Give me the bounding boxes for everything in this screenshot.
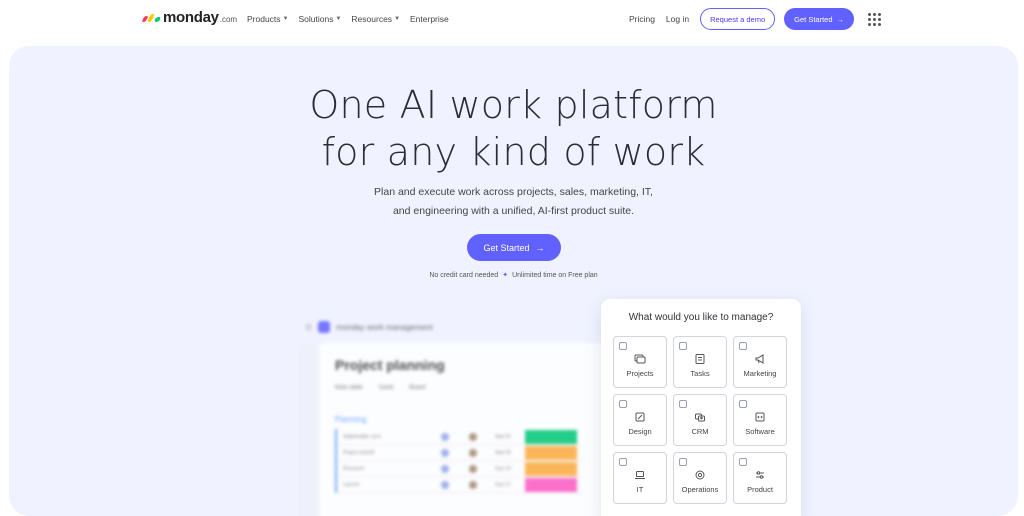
logo-mark-icon	[141, 13, 162, 22]
manage-title: What would you like to manage?	[628, 312, 774, 323]
hero-title: One AI work platform for any kind of wor…	[9, 82, 1018, 176]
logo-wordmark: monday	[163, 9, 219, 26]
hero-title-line-2: for any kind of work	[321, 130, 706, 174]
chevron-down-icon: ▼	[394, 16, 401, 22]
chevron-down-icon: ▼	[335, 16, 342, 22]
code-icon	[755, 412, 765, 421]
option-label: Product	[747, 484, 773, 494]
option-product[interactable]: Product	[733, 452, 787, 504]
menu-icon: ☰	[305, 322, 313, 332]
arrow-right-icon: →	[836, 14, 845, 24]
request-demo-button[interactable]: Request a demo	[700, 8, 776, 30]
product-preview: ☰ monday work management Project plannin…	[299, 316, 629, 516]
table-row: Research Sep 10	[337, 461, 583, 477]
board-tabs: Main table Gantt Board	[335, 385, 425, 391]
board-title: Project planning	[335, 357, 445, 373]
monday-logo[interactable]: monday .com	[141, 9, 238, 26]
menu-products[interactable]: Products ▼	[247, 14, 289, 24]
option-checkbox[interactable]	[679, 400, 687, 408]
nav-get-started-label: Get Started	[794, 14, 833, 24]
hero-subtitle-line-2: and engineering with a unified, AI-first…	[392, 205, 635, 217]
laptop-icon	[635, 470, 645, 479]
option-tasks[interactable]: Tasks	[673, 336, 727, 388]
option-projects[interactable]: Projects	[613, 336, 667, 388]
option-checkbox[interactable]	[619, 400, 627, 408]
logo-suffix: .com	[219, 15, 238, 24]
menu-solutions-label: Solutions	[298, 14, 334, 24]
option-label: Tasks	[690, 368, 710, 378]
chevron-down-icon: ▼	[282, 16, 289, 22]
board-tab-main: Main table	[335, 385, 363, 391]
grid-dots-icon[interactable]	[868, 12, 881, 26]
pricing-link[interactable]: Pricing	[629, 14, 655, 24]
table-row: Launch Sep 17	[337, 477, 583, 493]
option-marketing[interactable]: Marketing	[733, 336, 787, 388]
board-tab-gantt: Gantt	[378, 385, 394, 391]
option-it[interactable]: IT	[613, 452, 667, 504]
option-checkbox[interactable]	[619, 342, 627, 350]
option-checkbox[interactable]	[739, 342, 747, 350]
menu-solutions[interactable]: Solutions ▼	[299, 14, 342, 24]
option-checkbox[interactable]	[739, 400, 747, 408]
table-row: Stakeholder sync Sep 02	[337, 429, 583, 445]
table-row: Project kickoff Sep 05	[337, 445, 583, 461]
option-design[interactable]: Design	[613, 394, 667, 446]
menu-resources-label: Resources	[351, 14, 393, 24]
menu-products-label: Products	[247, 14, 281, 24]
preview-header: ☰ monday work management	[305, 321, 433, 333]
hero-get-started-button[interactable]: Get Started →	[467, 234, 561, 261]
option-checkbox[interactable]	[619, 458, 627, 466]
main-menu: Products ▼ Solutions ▼ Resources ▼ Enterpri…	[247, 14, 449, 24]
option-label: Projects	[626, 368, 654, 378]
sliders-icon	[756, 470, 764, 479]
login-link[interactable]: Log in	[666, 14, 689, 24]
option-checkbox[interactable]	[679, 342, 687, 350]
free-plan-note: Unlimited time on Free plan	[512, 272, 598, 279]
megaphone-icon	[755, 353, 764, 364]
hero-title-line-1: One AI work platform	[309, 83, 718, 127]
board-group-title: Planning	[335, 415, 367, 424]
board-rows: Stakeholder sync Sep 02 Project kickoff Se…	[335, 429, 583, 493]
option-crm[interactable]: CRM	[673, 394, 727, 446]
top-nav: monday .com Products ▼ Solutions ▼ Resourc…	[0, 0, 1024, 40]
hero-get-started-label: Get Started	[483, 242, 530, 253]
option-operations[interactable]: Operations	[673, 452, 727, 504]
crm-icon	[695, 413, 705, 421]
option-software[interactable]: Software	[733, 394, 787, 446]
arrow-right-icon: →	[535, 242, 545, 253]
manage-selector-card: What would you like to manage? Projects …	[601, 299, 801, 516]
nav-actions: Pricing Log in Request a demo Get Starte…	[629, 8, 881, 30]
hero-subtitle: Plan and execute work across projects, s…	[9, 183, 1018, 221]
preview-board: Project planning Main table Gantt Board …	[319, 343, 629, 516]
option-label: Marketing	[743, 368, 777, 378]
hero-note: No credit card needed ✦ Unlimited time on …	[9, 271, 1018, 279]
hero-section: One AI work platform for any kind of wor…	[9, 46, 1018, 516]
manage-options: Projects Tasks Marketing Design CRM Soft…	[613, 336, 787, 504]
preview-product-name: monday work management	[336, 322, 433, 332]
nav-get-started-button[interactable]: Get Started →	[784, 8, 854, 30]
option-label: Design	[628, 426, 652, 436]
option-label: IT	[636, 484, 644, 494]
menu-enterprise-label: Enterprise	[410, 14, 449, 24]
tasks-icon	[695, 353, 705, 364]
option-checkbox[interactable]	[739, 458, 747, 466]
preview-sidebar	[299, 343, 319, 516]
design-icon	[635, 412, 645, 421]
option-checkbox[interactable]	[679, 458, 687, 466]
hero-subtitle-line-1: Plan and execute work across projects, s…	[374, 186, 653, 198]
product-logo-icon	[318, 321, 331, 333]
option-label: Operations	[681, 484, 719, 494]
option-label: CRM	[691, 426, 709, 436]
no-credit-card-note: No credit card needed	[429, 272, 499, 279]
menu-resources[interactable]: Resources ▼	[351, 14, 400, 24]
gear-icon	[695, 470, 705, 479]
menu-enterprise[interactable]: Enterprise	[410, 14, 449, 24]
board-tab-board: Board	[409, 385, 426, 391]
projects-icon	[634, 354, 646, 363]
option-label: Software	[745, 426, 775, 436]
sparkle-icon: ✦	[502, 272, 509, 279]
